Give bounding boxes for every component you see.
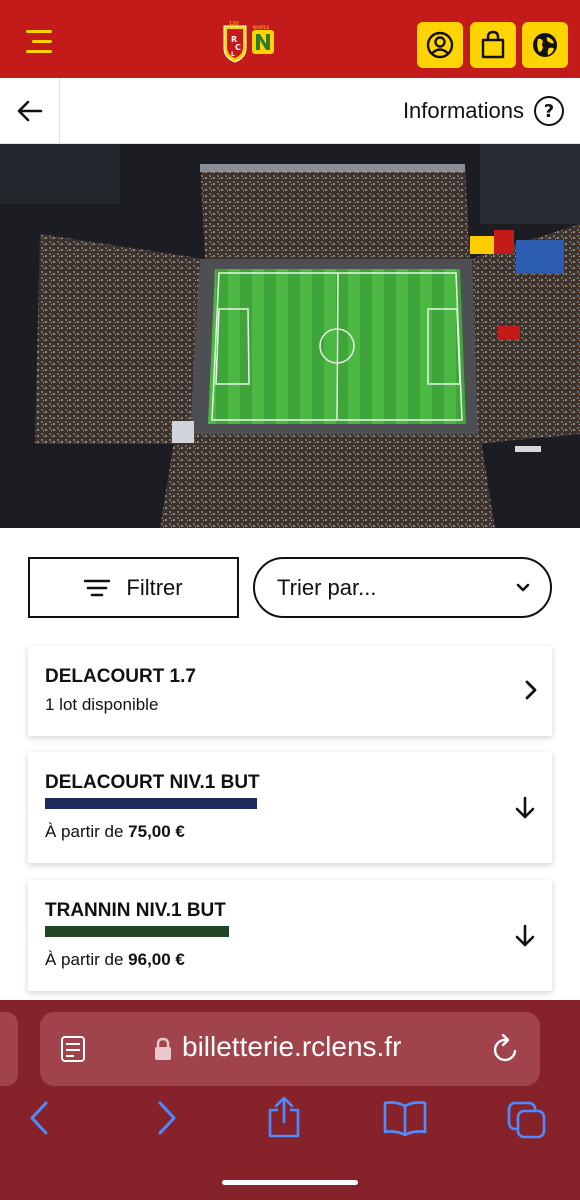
chevron-right-icon[interactable] [524, 680, 538, 700]
filter-label: Filtrer [126, 574, 183, 600]
arrow-left-icon [17, 100, 42, 122]
cart-button[interactable] [470, 22, 516, 68]
filter-lines-icon [84, 579, 111, 596]
svg-text:NANTES: NANTES [253, 25, 270, 30]
svg-text:L: L [231, 51, 235, 58]
globe-icon [533, 33, 557, 57]
lock-icon [155, 1037, 171, 1060]
forward-nav-icon[interactable] [154, 1100, 178, 1136]
section-title: DELACOURT 1.7 [45, 666, 196, 687]
reload-icon[interactable] [492, 1034, 520, 1064]
section-color-bar [45, 798, 257, 809]
shopping-bag-icon [481, 30, 505, 59]
sub-header: Informations ? [0, 78, 580, 144]
arrow-down-icon[interactable] [514, 796, 536, 820]
svg-text:C: C [235, 43, 241, 52]
price-prefix: À partir de [45, 950, 124, 969]
section-card[interactable]: DELACOURT 1.7 1 lot disponible [28, 646, 552, 736]
section-availability: 1 lot disponible [45, 695, 159, 714]
price-line: À partir de 75,00 € [45, 822, 185, 842]
back-nav-icon[interactable] [28, 1100, 52, 1136]
back-button[interactable] [0, 78, 60, 144]
price-line: À partir de 96,00 € [45, 950, 185, 970]
chevron-down-icon [516, 583, 530, 592]
account-icon [426, 31, 454, 59]
question-circle-icon: ? [534, 96, 564, 126]
address-bar[interactable]: billetterie.rclens.fr [40, 1012, 540, 1086]
informations-link[interactable]: Informations ? [403, 94, 564, 128]
account-button[interactable] [417, 22, 463, 68]
previous-tab-preview[interactable] [0, 1012, 18, 1086]
bookmarks-icon[interactable] [382, 1100, 428, 1136]
language-button[interactable] [522, 22, 568, 68]
club-logos[interactable]: R C L 120 NANTES [220, 20, 280, 64]
page-menu-icon[interactable] [60, 1035, 88, 1063]
arrow-down-icon[interactable] [514, 924, 536, 948]
url-text: billetterie.rclens.fr [182, 1031, 402, 1062]
svg-text:120: 120 [229, 21, 239, 27]
section-card[interactable]: DELACOURT NIV.1 BUT À partir de 75,00 € [28, 752, 552, 863]
share-icon[interactable] [266, 1096, 302, 1138]
filter-button[interactable]: Filtrer [28, 557, 239, 618]
informations-label: Informations [402, 98, 524, 123]
price-value: 75,00 € [128, 822, 185, 841]
home-indicator [222, 1180, 358, 1185]
tabs-icon[interactable] [506, 1100, 548, 1140]
stadium-map-image[interactable] [0, 144, 580, 528]
price-value: 96,00 € [128, 950, 185, 969]
sort-placeholder: Trier par... [277, 575, 377, 600]
section-card[interactable]: TRANNIN NIV.1 BUT À partir de 96,00 € [28, 880, 552, 991]
section-title: TRANNIN NIV.1 BUT [45, 900, 226, 921]
browser-toolbar: billetterie.rclens.fr [0, 1000, 580, 1200]
hamburger-menu-icon[interactable] [26, 30, 54, 54]
top-navigation-bar: R C L 120 NANTES [0, 0, 580, 78]
section-color-bar [45, 926, 229, 937]
price-prefix: À partir de [45, 822, 124, 841]
section-title: DELACOURT NIV.1 BUT [45, 772, 260, 793]
sort-select[interactable]: Trier par... [253, 557, 552, 618]
